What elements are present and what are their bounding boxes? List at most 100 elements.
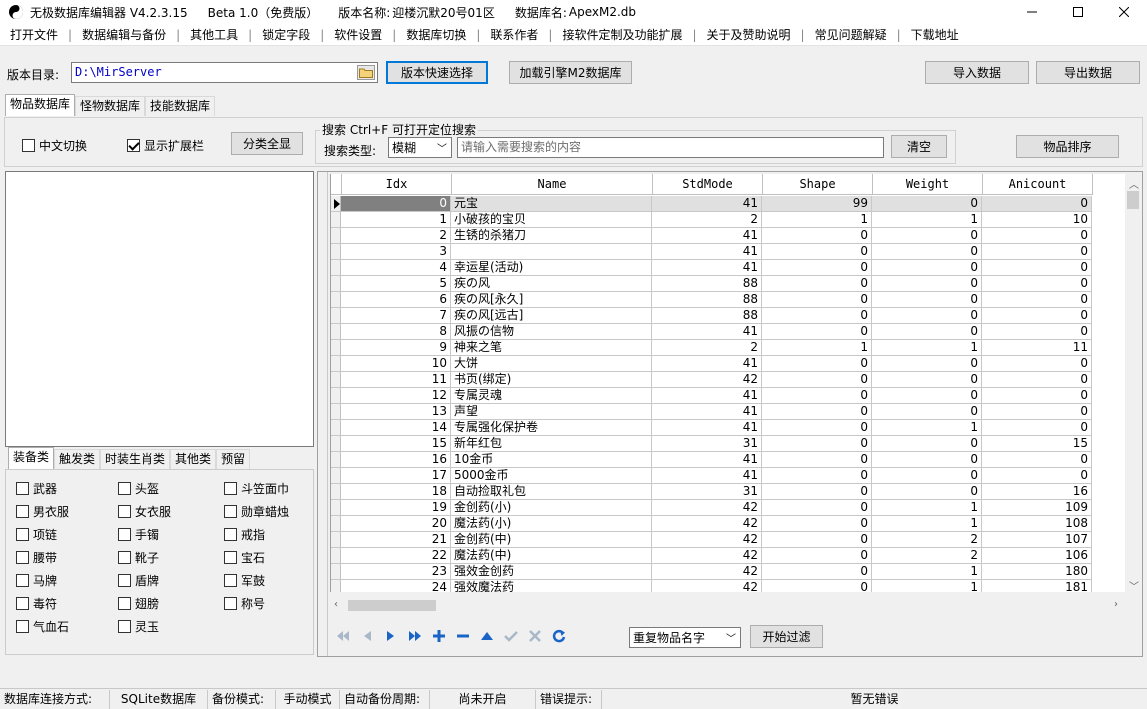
column-header[interactable]: Weight [873,174,983,195]
table-cell[interactable]: 大饼 [451,356,652,372]
load-engine-button[interactable]: 加载引擎M2数据库 [509,61,632,84]
search-type-select[interactable]: 模糊 ﹀ [388,137,452,158]
table-cell[interactable]: 0 [762,484,872,500]
table-cell[interactable]: 0 [872,452,982,468]
table-cell[interactable]: 88 [652,308,762,324]
table-cell[interactable]: 新年红包 [451,436,652,452]
row-indicator[interactable] [331,292,341,308]
browse-folder-button[interactable] [357,65,375,80]
table-cell[interactable]: 生锈的杀猪刀 [451,228,652,244]
table-cell[interactable]: 0 [872,244,982,260]
table-cell[interactable]: 11 [341,372,451,388]
table-cell[interactable]: 0 [982,260,1092,276]
category-checkbox[interactable]: 斗笠面巾 [224,480,289,497]
export-button[interactable]: 导出数据 [1036,61,1140,84]
row-indicator[interactable] [331,196,341,212]
table-cell[interactable]: 108 [982,516,1092,532]
table-cell[interactable]: 0 [872,484,982,500]
table-cell[interactable]: 5000金币 [451,468,652,484]
table-cell[interactable]: 2 [341,228,451,244]
table-cell[interactable]: 4 [341,260,451,276]
table-cell[interactable]: 20 [341,516,451,532]
table-cell[interactable]: 强效魔法药 [451,580,652,592]
table-cell[interactable]: 2 [872,548,982,564]
table-cell[interactable]: 2 [652,212,762,228]
table-cell[interactable]: 0 [982,308,1092,324]
table-cell[interactable]: 0 [982,324,1092,340]
tab-other[interactable]: 其他类 [170,449,217,469]
table-cell[interactable]: 强效金创药 [451,564,652,580]
table-cell[interactable]: 41 [652,420,762,436]
table-row[interactable]: 3 41 0 0 0 [331,244,1092,260]
tab-items[interactable]: 物品数据库 [5,94,76,116]
tab-monsters[interactable]: 怪物数据库 [75,96,146,116]
table-cell[interactable]: 7 [341,308,451,324]
column-header[interactable]: Name [452,174,653,195]
version-dir-field[interactable]: D:\MirServer [71,62,378,83]
table-cell[interactable]: 1 [872,340,982,356]
minimize-button[interactable] [1009,0,1055,24]
table-cell[interactable]: 0 [872,260,982,276]
category-checkbox[interactable]: 手镯 [118,526,159,543]
table-cell[interactable]: 0 [762,356,872,372]
row-indicator[interactable] [331,484,341,500]
table-cell[interactable]: 0 [762,500,872,516]
edit-record-icon[interactable] [478,627,496,645]
table-cell[interactable]: 0 [762,420,872,436]
table-cell[interactable]: 41 [652,324,762,340]
scroll-thumb[interactable] [1127,191,1139,209]
table-cell[interactable]: 14 [341,420,451,436]
row-indicator[interactable] [331,372,341,388]
table-cell[interactable]: 0 [762,564,872,580]
column-header[interactable]: Shape [763,174,873,195]
menu-item[interactable]: 数据库切换 [396,24,476,46]
table-cell[interactable]: 声望 [451,404,652,420]
tab-fashion[interactable]: 时装生肖类 [100,449,171,469]
cancel-record-icon[interactable] [526,627,544,645]
category-checkbox[interactable]: 军鼓 [224,572,265,589]
import-button[interactable]: 导入数据 [925,61,1029,84]
table-cell[interactable]: 181 [982,580,1092,592]
table-cell[interactable]: 0 [872,372,982,388]
table-cell[interactable]: 88 [652,276,762,292]
category-checkbox[interactable]: 气血石 [16,618,69,635]
menu-item[interactable]: 接软件定制及功能扩展 [552,24,692,46]
row-indicator[interactable] [331,356,341,372]
table-cell[interactable]: 0 [872,196,982,212]
table-cell[interactable]: 99 [762,196,872,212]
dup-filter-select[interactable]: 重复物品名字 ﹀ [629,627,741,648]
table-cell[interactable]: 19 [341,500,451,516]
column-header[interactable]: Idx [342,174,452,195]
table-cell[interactable]: 42 [652,516,762,532]
table-row[interactable]: 17 5000金币 41 0 0 0 [331,468,1092,484]
table-cell[interactable]: 0 [872,308,982,324]
table-row[interactable]: 22 魔法药(中) 42 0 2 106 [331,548,1092,564]
scroll-thumb[interactable] [348,600,436,611]
next-record-icon[interactable] [382,627,400,645]
table-cell[interactable]: 15 [341,436,451,452]
table-row[interactable]: 7 疾の风[远古] 88 0 0 0 [331,308,1092,324]
table-cell[interactable]: 0 [762,372,872,388]
table-cell[interactable]: 0 [982,452,1092,468]
row-indicator[interactable] [331,260,341,276]
table-cell[interactable]: 神来之笔 [451,340,652,356]
table-cell[interactable]: 5 [341,276,451,292]
table-row[interactable]: 15 新年红包 31 0 0 15 [331,436,1092,452]
table-cell[interactable]: 1 [872,500,982,516]
row-indicator[interactable] [331,340,341,356]
row-indicator[interactable] [331,244,341,260]
table-row[interactable]: 21 金创药(中) 42 0 2 107 [331,532,1092,548]
row-indicator[interactable] [331,388,341,404]
table-cell[interactable]: 106 [982,548,1092,564]
table-row[interactable]: 9 神来之笔 2 1 1 11 [331,340,1092,356]
item-tree-list[interactable] [5,171,314,447]
row-indicator[interactable] [331,468,341,484]
table-row[interactable]: 14 专属强化保护卷 41 0 1 0 [331,420,1092,436]
table-cell[interactable]: 16 [341,452,451,468]
table-cell[interactable]: 0 [762,516,872,532]
table-cell[interactable]: 0 [982,372,1092,388]
table-cell[interactable]: 0 [762,260,872,276]
table-cell[interactable]: 15 [982,436,1092,452]
row-indicator[interactable] [331,516,341,532]
table-cell[interactable]: 1 [872,212,982,228]
